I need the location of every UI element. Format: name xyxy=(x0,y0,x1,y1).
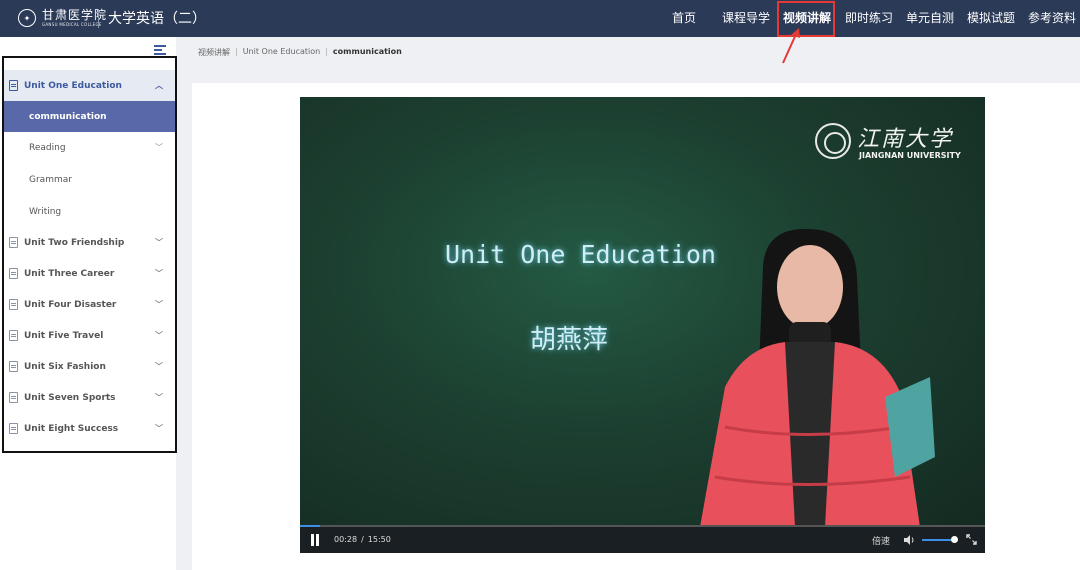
sidebar-sub-writing[interactable]: Writing xyxy=(3,196,175,227)
sidebar-sub-grammar[interactable]: Grammar xyxy=(3,164,175,195)
sidebar-unit-one[interactable]: Unit One Education ︿ xyxy=(3,70,175,101)
sidebar-sub-label: Writing xyxy=(29,206,62,217)
chevron-down-icon: ﹀ xyxy=(155,331,163,340)
sidebar-unit-six[interactable]: Unit Six Fashion ﹀ xyxy=(3,351,175,382)
nav-mock-exams[interactable]: 模拟试题 xyxy=(967,0,1027,37)
sidebar-unit-label: Unit One Education xyxy=(24,80,122,91)
sidebar-unit-seven[interactable]: Unit Seven Sports ﹀ xyxy=(3,382,175,413)
chevron-down-icon: ﹀ xyxy=(155,300,163,309)
sidebar-unit-label: Unit Two Friendship xyxy=(24,237,125,248)
document-icon xyxy=(9,237,18,248)
university-seal-icon xyxy=(815,123,851,159)
breadcrumb-separator: | xyxy=(235,47,238,56)
university-logo: 江南大学 JIANGNAN UNIVERSITY xyxy=(815,121,961,167)
sidebar-unit-four[interactable]: Unit Four Disaster ﹀ xyxy=(3,289,175,320)
fullscreen-icon[interactable] xyxy=(966,534,977,545)
chevron-down-icon: ﹀ xyxy=(155,269,163,278)
sidebar-unit-five[interactable]: Unit Five Travel ﹀ xyxy=(3,320,175,351)
volume-slider[interactable] xyxy=(922,536,959,543)
slide-title: Unit One Education xyxy=(445,240,716,269)
annotation-arrow-icon xyxy=(782,28,800,64)
sidebar-unit-label: Unit Three Career xyxy=(24,268,115,279)
progress-fill xyxy=(300,525,321,527)
video-frame[interactable]: 江南大学 JIANGNAN UNIVERSITY Unit One Educat… xyxy=(300,97,985,527)
sidebar-unit-eight[interactable]: Unit Eight Success ﹀ xyxy=(3,413,175,444)
sidebar-unit-label: Unit Six Fashion xyxy=(24,361,106,372)
document-icon xyxy=(9,299,18,310)
college-logo[interactable]: ✦ 甘肃医学院 GANSU MEDICAL COLLEGE xyxy=(18,6,107,30)
chevron-up-icon: ︿ xyxy=(155,81,163,90)
sidebar-unit-three[interactable]: Unit Three Career ﹀ xyxy=(3,258,175,289)
pause-button[interactable] xyxy=(310,534,320,546)
sidebar-unit-label: Unit Five Travel xyxy=(24,330,104,341)
chevron-down-icon: ﹀ xyxy=(155,424,163,433)
document-icon xyxy=(9,423,18,434)
time-display: 00:28/15:50 xyxy=(334,535,391,544)
breadcrumb: 视频讲解 | Unit One Education | communicatio… xyxy=(198,47,402,58)
document-icon xyxy=(9,268,18,279)
sidebar-sub-communication[interactable]: communication xyxy=(3,101,175,132)
sidebar-unit-label: Unit Seven Sports xyxy=(24,392,116,403)
nav-references[interactable]: 参考资料 xyxy=(1028,0,1080,37)
course-title: 大学英语（二） xyxy=(108,11,206,27)
video-controls: 00:28/15:50 倍速 xyxy=(300,525,985,553)
video-player[interactable]: 江南大学 JIANGNAN UNIVERSITY Unit One Educat… xyxy=(300,97,985,553)
sidebar-sub-reading[interactable]: Reading ﹀ xyxy=(3,132,175,163)
university-name-cn: 江南大学 xyxy=(857,127,954,152)
presenter-name: 胡燕萍 xyxy=(530,325,609,355)
sidebar-unit-label: Unit Eight Success xyxy=(24,423,119,434)
volume-icon[interactable] xyxy=(903,534,915,546)
chevron-down-icon: ﹀ xyxy=(155,143,163,152)
time-separator: / xyxy=(361,535,364,544)
sidebar: Unit One Education ︿ communication Readi… xyxy=(0,37,177,570)
university-name-en: JIANGNAN UNIVERSITY xyxy=(859,151,961,160)
progress-bar[interactable] xyxy=(300,525,985,527)
nav-course-guide[interactable]: 课程导学 xyxy=(722,0,782,37)
top-header: ✦ 甘肃医学院 GANSU MEDICAL COLLEGE 大学英语（二） 首页… xyxy=(0,0,1080,37)
presenter-figure-icon xyxy=(700,228,935,527)
sidebar-sub-label: Grammar xyxy=(29,174,72,185)
playback-speed-button[interactable]: 倍速 xyxy=(872,534,890,547)
sidebar-sub-label: communication xyxy=(29,111,107,122)
nav-instant-practice[interactable]: 即时练习 xyxy=(845,0,905,37)
document-icon xyxy=(9,80,18,91)
collapse-menu-icon[interactable] xyxy=(154,45,166,55)
nav-unit-test[interactable]: 单元自测 xyxy=(906,0,966,37)
document-icon xyxy=(9,330,18,341)
sidebar-sub-label: Reading xyxy=(29,142,66,153)
breadcrumb-separator: | xyxy=(325,47,328,56)
chevron-down-icon: ﹀ xyxy=(155,238,163,247)
header-divider xyxy=(98,9,99,28)
document-icon xyxy=(9,361,18,372)
duration: 15:50 xyxy=(367,535,391,544)
current-time: 00:28 xyxy=(334,535,358,544)
volume-knob[interactable] xyxy=(951,536,959,543)
volume-fill xyxy=(922,539,955,541)
document-icon xyxy=(9,392,18,403)
breadcrumb-current: communication xyxy=(332,47,402,56)
chevron-down-icon: ﹀ xyxy=(155,362,163,371)
sidebar-unit-two[interactable]: Unit Two Friendship ﹀ xyxy=(3,227,175,258)
nav-home[interactable]: 首页 xyxy=(672,0,712,37)
college-seal-icon: ✦ xyxy=(18,9,36,27)
breadcrumb-item[interactable]: 视频讲解 xyxy=(198,47,230,58)
sidebar-unit-label: Unit Four Disaster xyxy=(24,299,117,310)
chevron-down-icon: ﹀ xyxy=(155,393,163,402)
breadcrumb-item[interactable]: Unit One Education xyxy=(243,47,321,58)
